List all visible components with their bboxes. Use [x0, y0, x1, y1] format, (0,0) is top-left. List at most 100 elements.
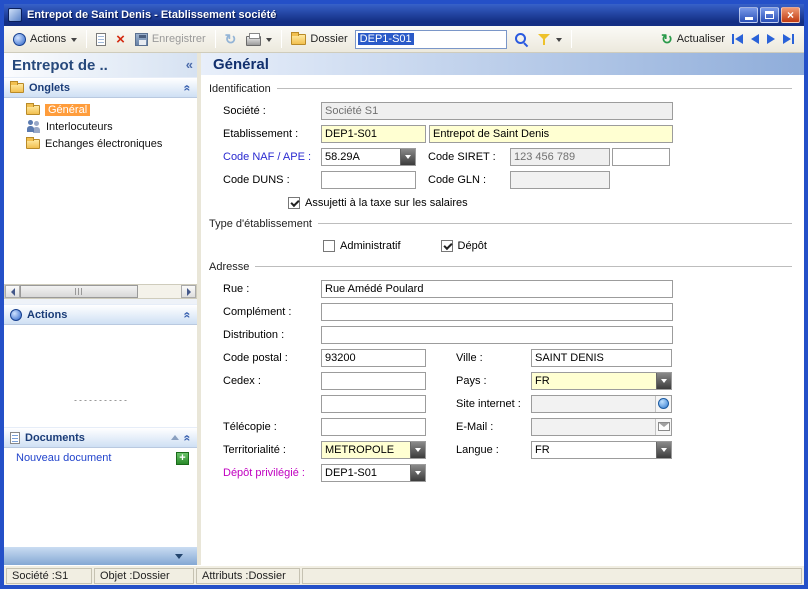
status-attributs: Attributs :Dossier [196, 567, 300, 584]
administratif-checkbox[interactable] [323, 239, 335, 252]
langue-combo[interactable]: FR [531, 440, 672, 459]
etablissement-nom-field[interactable]: Entrepot de Saint Denis [429, 124, 673, 143]
tree-item-echanges[interactable]: Echanges électroniques [4, 135, 197, 152]
rue-row: Rue : Rue Amédé Poulard [223, 277, 794, 300]
scroll-left-button[interactable] [5, 285, 20, 298]
code-postal-field[interactable]: 93200 [321, 348, 426, 367]
print-icon [246, 32, 262, 46]
collapse-sidebar-icon[interactable] [186, 56, 193, 74]
print-button[interactable] [243, 31, 275, 48]
panel-header-actions[interactable]: Actions [4, 304, 197, 325]
depot-checkbox[interactable] [440, 239, 453, 252]
form-content: Identification Société : Société S1 Etab… [201, 75, 804, 565]
search-button[interactable] [511, 30, 531, 48]
mail-icon [657, 422, 670, 431]
splitter-dots-icon [72, 399, 129, 402]
last-record-button[interactable] [783, 34, 794, 44]
telecopie-field[interactable] [321, 417, 426, 436]
complement-field[interactable] [321, 302, 673, 321]
email-field[interactable] [531, 417, 672, 436]
taxe-checkbox[interactable] [288, 196, 300, 209]
actions-icon [13, 32, 26, 46]
chevron-up-icon[interactable] [179, 311, 197, 318]
nouveau-document-link[interactable]: Nouveau document [16, 452, 176, 464]
code-postal-ville-row: Code postal : 93200 Ville : SAINT DENIS [223, 346, 794, 369]
group-line [276, 88, 792, 90]
telecopie-email-row: Télécopie : E-Mail : [223, 415, 794, 438]
site-internet-field[interactable] [531, 394, 672, 413]
telephone-field[interactable] [321, 394, 426, 413]
window-body: Entrepot de .. Onglets Général Interlocu… [4, 53, 804, 565]
save-label: Enregistrer [151, 33, 206, 45]
distribution-field[interactable] [321, 325, 673, 344]
etablissement-code-field[interactable]: DEP1-S01 [321, 124, 426, 143]
distribution-label: Distribution : [223, 328, 285, 341]
cedex-field[interactable] [321, 371, 426, 390]
redacted-label [223, 398, 321, 410]
telecopie-label: Télécopie : [223, 420, 277, 433]
tree-item-interlocuteurs[interactable]: Interlocuteurs [4, 118, 197, 135]
siret-nic-field[interactable] [612, 147, 670, 166]
actualiser-button[interactable]: Actualiser [658, 30, 728, 49]
societe-label: Société : [223, 104, 266, 117]
close-button[interactable] [781, 7, 800, 23]
maximize-button[interactable] [760, 7, 779, 23]
dossier-button[interactable]: Dossier [288, 31, 350, 47]
rue-label: Rue : [223, 282, 250, 295]
tree-item-general[interactable]: Général [4, 101, 197, 118]
previous-record-button[interactable] [751, 34, 759, 44]
chevron-up-icon[interactable] [179, 84, 197, 91]
site-internet-button[interactable] [655, 395, 671, 412]
type-row: Administratif Dépôt [223, 234, 794, 257]
naf-combo[interactable]: 58.29A [321, 147, 416, 166]
actions-menu-button[interactable]: Actions [10, 31, 80, 48]
next-icon [767, 34, 775, 44]
taxe-checkbox-label: Assujetti à la taxe sur les salaires [305, 196, 468, 209]
depot-privilegie-combo[interactable]: DEP1-S01 [321, 463, 426, 482]
ville-field[interactable]: SAINT DENIS [531, 348, 672, 367]
pays-dropdown-button[interactable] [656, 372, 671, 389]
folder-icon [26, 136, 40, 149]
first-record-button[interactable] [732, 34, 743, 44]
panel-header-documents[interactable]: Documents [4, 427, 197, 448]
previous-icon [751, 34, 759, 44]
duns-field[interactable] [321, 170, 416, 189]
save-button[interactable]: Enregistrer [132, 31, 209, 48]
langue-dropdown-button[interactable] [656, 441, 671, 458]
delete-button[interactable] [113, 31, 128, 48]
documents-title: Documents [25, 431, 85, 444]
depot-privilegie-dropdown-button[interactable] [410, 464, 425, 481]
filter-button[interactable] [535, 31, 565, 48]
minimize-button[interactable] [739, 7, 758, 23]
statusbar: Société :S1 Objet :Dossier Attributs :Do… [4, 565, 804, 585]
sidebar-title: Entrepot de .. [12, 56, 108, 74]
email-button[interactable] [655, 418, 671, 435]
naf-dropdown-button[interactable] [400, 148, 415, 165]
complement-row: Complément : [223, 300, 794, 323]
next-record-button[interactable] [767, 34, 775, 44]
tree-item-label: Interlocuteurs [46, 120, 113, 133]
actions-title: Actions [27, 308, 68, 321]
scrollbar-track[interactable] [20, 285, 181, 298]
pays-label: Pays : [456, 374, 487, 387]
people-icon [26, 120, 41, 133]
territorialite-dropdown-button[interactable] [410, 441, 425, 458]
territorialite-combo[interactable]: METROPOLE [321, 440, 426, 459]
chevron-up-icon[interactable] [179, 434, 197, 441]
add-document-button[interactable]: + [176, 451, 189, 465]
depot-label: Dépôt [457, 239, 487, 252]
scroll-right-button[interactable] [181, 285, 196, 298]
scroll-down-icon[interactable] [175, 553, 183, 559]
rue-field[interactable]: Rue Amédé Poulard [321, 279, 673, 298]
new-button[interactable] [93, 31, 109, 48]
folder-icon [10, 80, 24, 93]
horizontal-scrollbar[interactable] [4, 284, 197, 299]
scrollbar-thumb[interactable] [20, 285, 138, 298]
panel-header-onglets[interactable]: Onglets [4, 77, 197, 98]
group-line [255, 266, 792, 268]
refresh-button[interactable] [222, 30, 240, 48]
dossier-search-input[interactable]: DEP1-S01 [354, 29, 507, 49]
chevron-down-icon [70, 33, 77, 45]
documents-panel-body: Nouveau document + [4, 448, 197, 468]
pays-combo[interactable]: FR [531, 371, 672, 390]
